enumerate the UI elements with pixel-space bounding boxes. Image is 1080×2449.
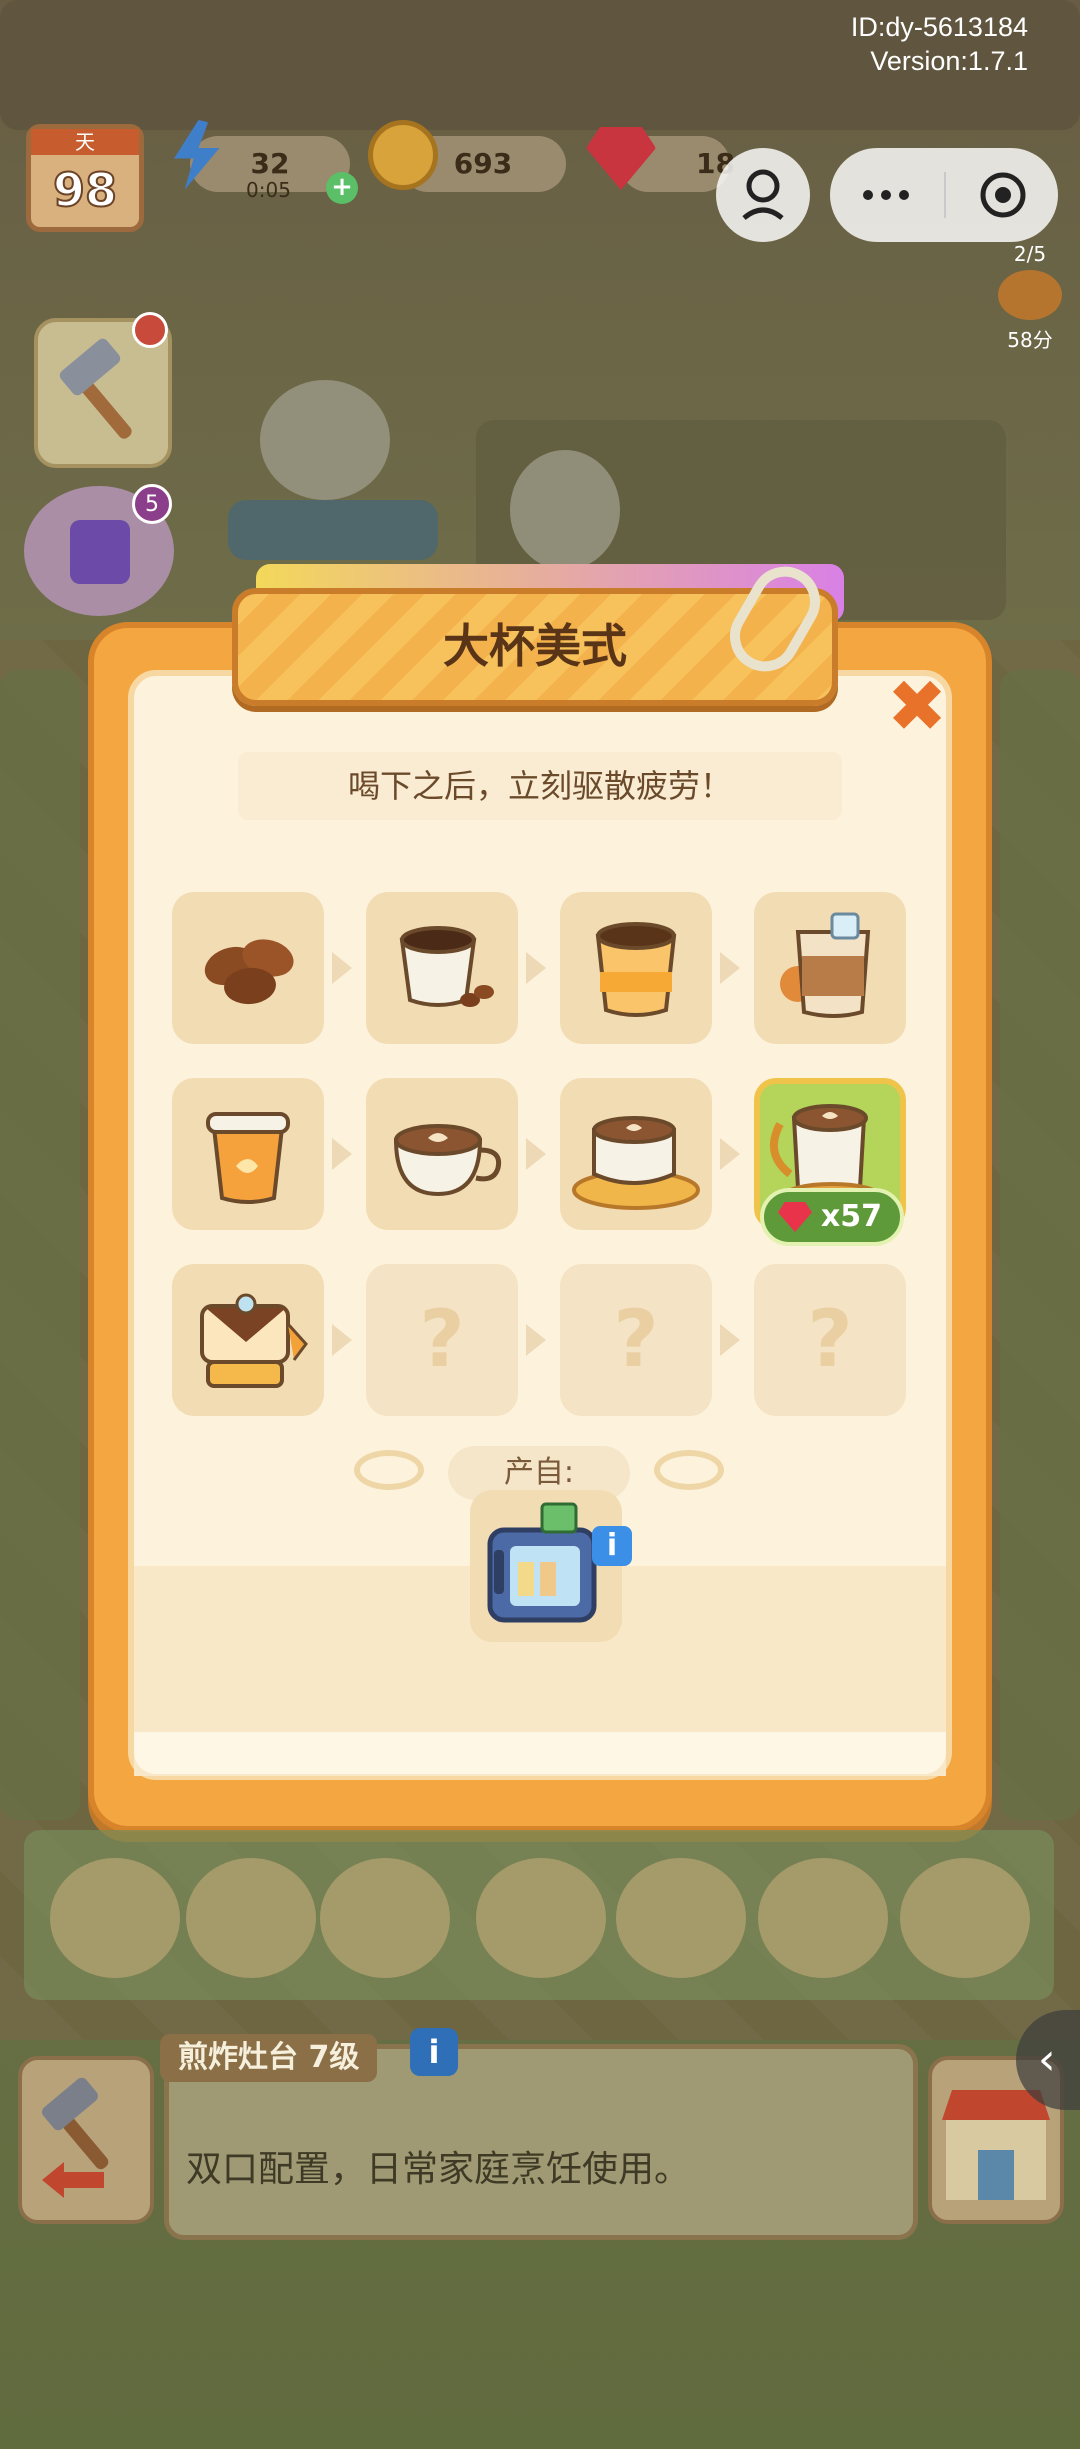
gift-count-badge: 5 [132,484,172,524]
vending-machine-icon [487,1502,597,1623]
chain-item-3[interactable] [560,892,712,1044]
locked-slot [616,1858,746,1978]
chain-item-9[interactable] [172,1264,324,1416]
exit-target-icon[interactable] [958,148,1052,242]
locked-slot [900,1858,1030,1978]
coin-icon [368,120,438,190]
add-energy-button[interactable]: + [326,172,358,204]
close-button[interactable]: ✖ [882,670,952,744]
capsule-divider [944,172,946,218]
unknown-item-icon: ? [419,1295,465,1385]
chain-arrow [526,1138,546,1170]
item-description: 喝下之后，立刻驱散疲劳！ [238,752,842,820]
source-info-button[interactable]: i [592,1526,632,1566]
selected-item-description: 双口配置，日常家庭烹饪使用。 [186,2149,691,2190]
modal-footer-strip [134,1732,946,1774]
app-info: ID:dy-5613184 Version:1.7.1 [851,10,1028,78]
cappuccino-saucer-icon [572,1116,700,1210]
remove-tool-button[interactable] [18,2056,154,2224]
app-version: Version:1.7.1 [870,46,1028,76]
unknown-item-icon: ? [807,1295,853,1385]
profile-capsule-button[interactable] [716,148,810,242]
chain-arrow [720,1138,740,1170]
swirl-decoration-right [654,1450,724,1490]
chain-item-locked: ? [754,1264,906,1416]
chain-item-1[interactable] [172,892,324,1044]
chain-arrow [526,952,546,984]
coffee-beans-icon [204,939,294,1005]
selected-item-info-button[interactable]: i [410,2028,458,2076]
source-machine-button[interactable] [470,1490,622,1642]
energy-timer: 0:05 [246,178,291,202]
coffee-maker-icon [200,1293,308,1388]
latte-art-cup-icon [393,1124,502,1197]
locked-slot [186,1858,316,1978]
chain-item-5[interactable] [172,1078,324,1230]
espresso-cup-icon [399,926,494,1007]
roast-chicken-icon [998,270,1062,320]
chain-arrow [720,952,740,984]
profile-icon [742,169,784,220]
ruby-icon [778,1202,812,1232]
iced-coffee-icon [780,912,871,1018]
selected-item-title: 煎炸灶台 7级 [160,2034,378,2082]
coin-value: 693 [453,147,513,180]
notification-dot [132,312,168,348]
hammer-arrow-icon [42,2077,109,2198]
app-id: ID:dy-5613184 [850,12,1028,42]
gift-bag-icon [70,520,130,584]
day-value: 98 [52,162,118,218]
day-label: 天 [31,129,139,155]
chain-item-locked: ? [560,1264,712,1416]
locked-slot [758,1858,888,1978]
locked-slot [50,1858,180,1978]
close-x-icon: ✖ [886,664,948,748]
day-counter: 天 98 [26,124,144,232]
gem-price-badge: x57 [760,1188,904,1246]
swirl-decoration-left [354,1450,424,1490]
chain-item-2[interactable] [366,892,518,1044]
chain-arrow [332,952,352,984]
locked-slot [476,1858,606,1978]
chain-item-4[interactable] [754,892,906,1044]
unknown-item-icon: ? [613,1295,659,1385]
rank-points: 58分 [1007,328,1053,352]
energy-value: 32 [250,147,290,180]
chain-arrow [332,1324,352,1356]
locked-slot [320,1858,450,1978]
chain-arrow [720,1324,740,1356]
chain-arrow [526,1324,546,1356]
chain-item-7[interactable] [560,1078,712,1230]
rank-progress: 2/5 [1013,242,1047,266]
chain-arrow [332,1138,352,1170]
paper-cup-coffee-icon [595,922,677,1017]
chain-item-6[interactable] [366,1078,518,1230]
takeaway-coffee-icon [206,1112,290,1204]
chain-item-locked: ? [366,1264,518,1416]
gem-price: x57 [820,1199,882,1234]
rank-info[interactable]: 2/5 58分 [998,242,1062,353]
